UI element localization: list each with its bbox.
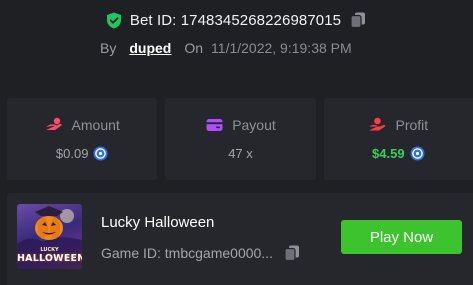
currency-coin-icon	[93, 146, 108, 161]
stat-amount-label: Amount	[71, 117, 120, 133]
stat-amount-value: $0.09	[55, 145, 89, 161]
game-thumbnail[interactable]: LUCKY HALLOWEEN	[17, 204, 82, 269]
game-id-row: Game ID: tmbcgame0000...	[101, 244, 301, 262]
bet-date: 11/1/2022, 9:19:38 PM	[211, 40, 352, 56]
copy-bet-id-icon[interactable]	[349, 11, 367, 29]
stat-amount: Amount $0.09	[7, 98, 158, 180]
copy-game-id-icon[interactable]	[283, 244, 301, 262]
on-label: On	[184, 40, 204, 56]
currency-coin-icon	[410, 146, 425, 161]
hand-coin-icon	[45, 117, 64, 133]
stat-profit-label: Profit	[395, 117, 429, 133]
bet-header: Bet ID: 1748345268226987015	[0, 8, 473, 32]
bet-id: Bet ID: 1748345268226987015	[129, 11, 342, 29]
user-link[interactable]: duped	[129, 40, 171, 56]
shield-check-icon	[106, 12, 122, 29]
play-now-button[interactable]: Play Now	[341, 220, 462, 254]
game-name: Lucky Halloween	[101, 214, 215, 231]
thumbnail-halloween-text: HALLOWEEN	[17, 253, 82, 264]
stat-payout-label: Payout	[232, 117, 276, 133]
game-card: LUCKY HALLOWEEN Lucky Halloween Game ID:…	[7, 193, 473, 285]
stat-profit-value: $4.59	[372, 145, 405, 161]
stat-payout-value: 47 x	[228, 145, 253, 161]
hand-money-icon	[368, 117, 387, 133]
by-label: By	[100, 40, 117, 56]
bet-stats: Amount $0.09 Payout 47 x Profit $4.59	[7, 98, 473, 180]
wallet-icon	[205, 117, 224, 133]
game-id: Game ID: tmbcgame0000...	[101, 245, 273, 261]
stat-profit: Profit $4.59	[323, 98, 473, 180]
bet-meta: By duped On 11/1/2022, 9:19:38 PM	[100, 38, 352, 58]
stat-payout: Payout 47 x	[165, 98, 316, 180]
